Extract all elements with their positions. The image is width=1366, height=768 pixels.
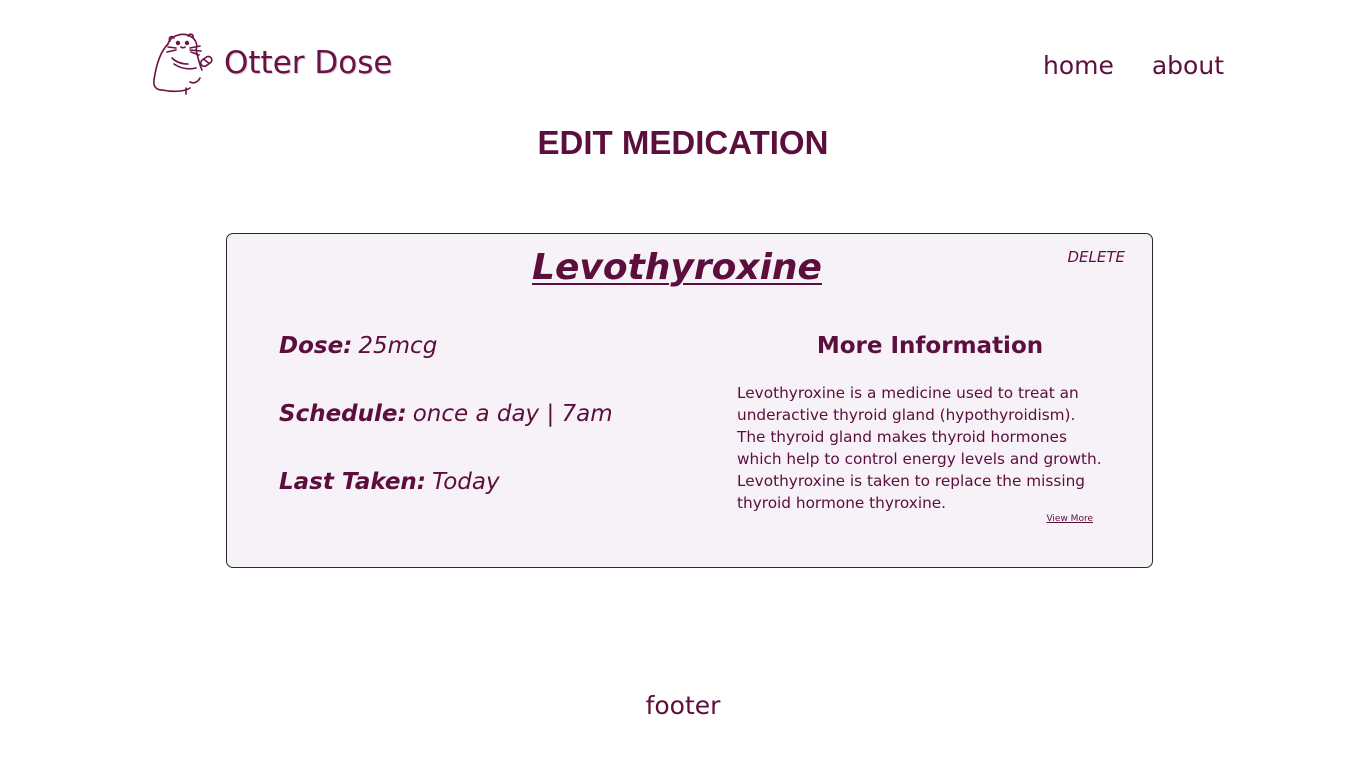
otter-with-pill-icon <box>153 33 213 95</box>
schedule-label: Schedule: <box>279 401 407 427</box>
last-taken-row: Last Taken: Today <box>279 464 699 532</box>
medication-card: DELETE Levothyroxine Dose: 25mcg Schedule… <box>226 233 1153 568</box>
page: Otter Dose home about EDIT MEDICATION DE… <box>0 0 1366 768</box>
more-information-heading: More Information <box>816 333 1044 359</box>
page-footer: footer <box>645 691 721 720</box>
medication-details: Dose: 25mcg Schedule: once a day | 7am Las… <box>279 328 699 532</box>
schedule-value[interactable]: once a day | 7am <box>413 401 613 427</box>
nav-link-home[interactable]: home <box>1043 48 1114 84</box>
dose-label: Dose: <box>279 333 353 359</box>
more-information-panel: More Information Levothyroxine is a medi… <box>737 328 1105 524</box>
view-more-link[interactable]: View More <box>737 514 1105 524</box>
brand-logo-link[interactable]: Otter Dose <box>150 30 392 96</box>
brand-name: Otter Dose <box>224 45 393 81</box>
dose-row: Dose: 25mcg <box>279 328 699 396</box>
medication-name[interactable]: Levothyroxine <box>227 246 1127 290</box>
medication-description: Levothyroxine is a medicine used to trea… <box>737 384 1102 512</box>
page-title: EDIT MEDICATION <box>537 124 829 161</box>
nav-link-about[interactable]: about <box>1152 48 1224 84</box>
main-nav: home about <box>1043 48 1224 84</box>
last-taken-label: Last Taken: <box>279 469 426 495</box>
dose-value[interactable]: 25mcg <box>358 333 437 359</box>
last-taken-value[interactable]: Today <box>432 469 500 495</box>
schedule-row: Schedule: once a day | 7am <box>279 396 699 464</box>
